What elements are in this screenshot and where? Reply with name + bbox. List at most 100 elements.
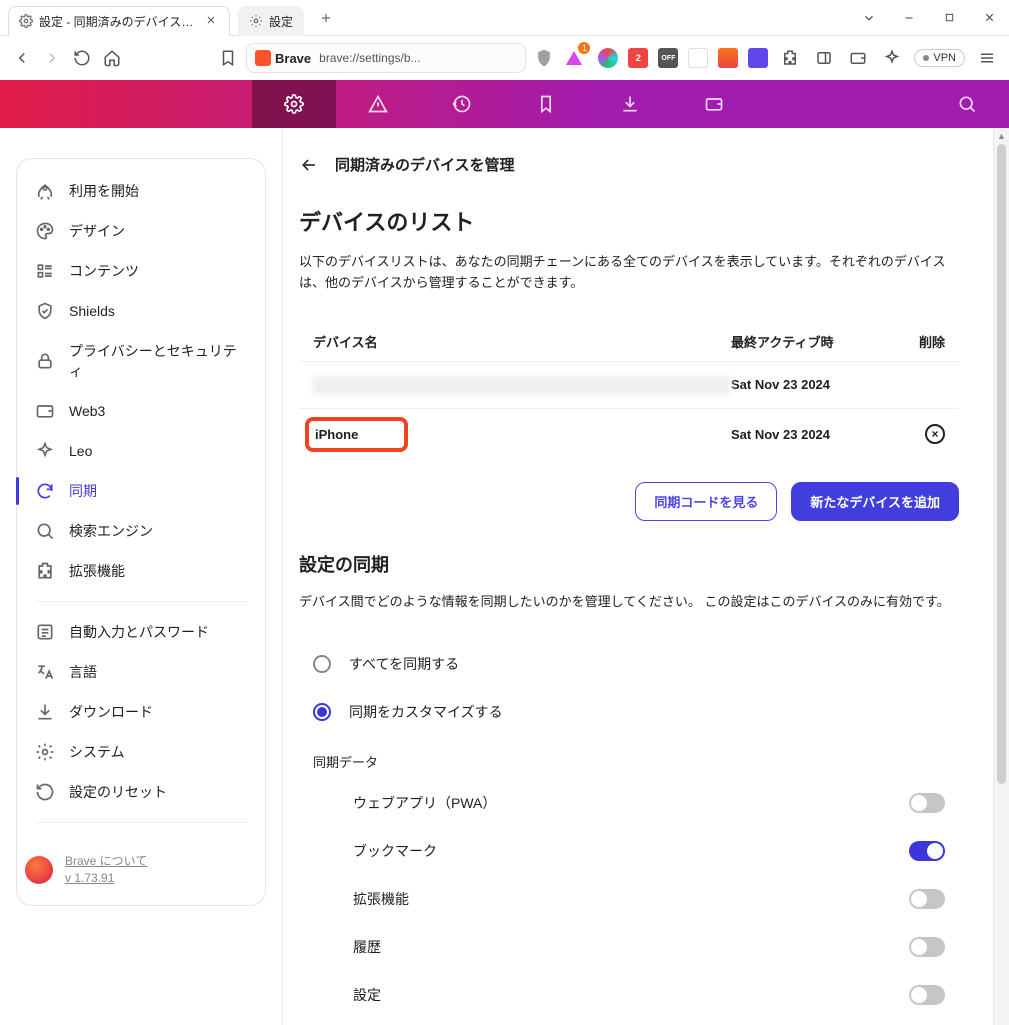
ribbon-bookmarks[interactable] (504, 80, 588, 128)
menu-button[interactable] (975, 46, 999, 70)
back-arrow-icon[interactable] (299, 155, 319, 175)
sidebar-item-label: Shields (69, 303, 115, 319)
device-name: iPhone (305, 417, 408, 452)
sidebar-item-rows[interactable]: コンテンツ (17, 251, 265, 291)
sidebar-item-download[interactable]: ダウンロード (17, 692, 265, 732)
version-link[interactable]: v 1.73.91 (65, 870, 147, 887)
about-brave[interactable]: Brave について v 1.73.91 (17, 833, 265, 893)
sidebar-item-label: デザイン (69, 221, 125, 241)
section-heading: デバイスのリスト (299, 205, 959, 237)
bookmark-button[interactable] (216, 46, 240, 70)
browser-tab[interactable]: 設定 (238, 6, 304, 36)
address-bar[interactable]: Brave brave://settings/b... (246, 43, 526, 73)
sidebar-item-label: 検索エンジン (69, 521, 153, 541)
extension-icons: 2 OFF VPN (598, 46, 999, 70)
form-icon (35, 622, 55, 642)
ext-badge-off[interactable]: OFF (658, 48, 678, 68)
sidebar-item-lens[interactable]: 検索エンジン (17, 511, 265, 551)
minimize-button[interactable] (889, 1, 929, 35)
ribbon-wallet[interactable] (672, 80, 756, 128)
sidebar-item-puzzle[interactable]: 拡張機能 (17, 551, 265, 591)
vpn-button[interactable]: VPN (914, 49, 965, 67)
page-title: 同期済みのデバイスを管理 (335, 154, 515, 175)
ribbon-downloads[interactable] (588, 80, 672, 128)
wallet-button[interactable] (846, 46, 870, 70)
gear-icon (35, 742, 55, 762)
home-button[interactable] (100, 46, 124, 70)
sidebar-item-rocket[interactable]: 利用を開始 (17, 171, 265, 211)
window-controls (849, 1, 1009, 35)
add-device-button[interactable]: 新たなデバイスを追加 (791, 482, 959, 521)
rows-icon (35, 261, 55, 281)
device-last-active: Sat Nov 23 2024 (731, 427, 901, 442)
url-text: brave://settings/b... (319, 51, 420, 65)
extensions-button[interactable] (778, 46, 802, 70)
shield-check-icon (35, 301, 55, 321)
section-desc: デバイス間でどのような情報を同期したいのかを管理してください。 この設定はこのデ… (299, 591, 959, 612)
browser-tab-active[interactable]: 設定 - 同期済みのデバイスを管理 (8, 6, 230, 36)
ext-badge-count[interactable]: 2 (628, 48, 648, 68)
sync-toggle-row: 拡張機能 (299, 875, 959, 923)
sync-toggle-row: 設定 (299, 971, 959, 1019)
back-button[interactable] (10, 46, 34, 70)
sidebar-item-sparkle[interactable]: Leo (17, 431, 265, 471)
new-tab-button[interactable] (314, 6, 338, 30)
reload-button[interactable] (70, 46, 94, 70)
forward-button[interactable] (40, 46, 64, 70)
sidebar-item-label: コンテンツ (69, 261, 139, 281)
sidepanel-button[interactable] (812, 46, 836, 70)
settings-content: 同期済みのデバイスを管理 デバイスのリスト 以下のデバイスリストは、あなたの同期… (282, 128, 1009, 1025)
about-link[interactable]: Brave について (65, 853, 147, 870)
radio-sync-all[interactable]: すべてを同期する (299, 640, 959, 688)
radio-sync-custom[interactable]: 同期をカスタマイズする (299, 688, 959, 736)
ribbon-warning[interactable] (336, 80, 420, 128)
sidebar-item-label: システム (69, 742, 125, 762)
gear-icon (19, 14, 33, 28)
toggle-switch[interactable] (909, 793, 945, 813)
sidebar-item-wallet[interactable]: Web3 (17, 391, 265, 431)
reset-icon (35, 782, 55, 802)
sync-toggle-row: 履歴 (299, 923, 959, 971)
sidebar-item-form[interactable]: 自動入力とパスワード (17, 612, 265, 652)
sidebar-item-palette[interactable]: デザイン (17, 211, 265, 251)
toggle-label: 拡張機能 (353, 889, 409, 909)
chevron-down-icon[interactable] (849, 1, 889, 35)
sidebar-item-shield-check[interactable]: Shields (17, 291, 265, 331)
scroll-thumb[interactable] (997, 144, 1006, 784)
sidebar-item-label: Leo (69, 443, 92, 459)
brave-rewards-icon[interactable]: 1 (562, 46, 586, 70)
ribbon-history[interactable] (420, 80, 504, 128)
scrollbar[interactable]: ▲ (993, 128, 1009, 1025)
toggle-switch[interactable] (909, 937, 945, 957)
sidebar-item-label: 言語 (69, 662, 97, 682)
sidebar-item-gear[interactable]: システム (17, 732, 265, 772)
brave-shields-icon[interactable] (532, 46, 556, 70)
sidebar-item-sync[interactable]: 同期 (17, 471, 265, 511)
ribbon-settings[interactable] (252, 80, 336, 128)
toggle-label: 履歴 (353, 937, 381, 957)
maximize-button[interactable] (929, 1, 969, 35)
close-button[interactable] (969, 1, 1009, 35)
sidebar-item-reset[interactable]: 設定のリセット (17, 772, 265, 812)
toggle-switch[interactable] (909, 841, 945, 861)
ext-icon[interactable] (688, 48, 708, 68)
ext-icon[interactable] (718, 48, 738, 68)
lang-icon (35, 662, 55, 682)
toggle-switch[interactable] (909, 889, 945, 909)
delete-device-button[interactable] (925, 424, 945, 444)
rocket-icon (35, 181, 55, 201)
sidebar-item-lock[interactable]: プライバシーとセキュリティ (17, 331, 265, 391)
view-sync-code-button[interactable]: 同期コードを見る (635, 482, 777, 521)
brave-icon (255, 50, 271, 66)
sidebar-item-lang[interactable]: 言語 (17, 652, 265, 692)
tab-title: 設定 (269, 13, 293, 30)
ext-icon[interactable] (748, 48, 768, 68)
ext-icon[interactable] (598, 48, 618, 68)
device-row: Sat Nov 23 2024 (299, 361, 959, 408)
leo-button[interactable] (880, 46, 904, 70)
scroll-up-button[interactable]: ▲ (994, 128, 1009, 144)
close-icon[interactable] (205, 14, 219, 28)
ribbon-search[interactable] (925, 80, 1009, 128)
toggle-switch[interactable] (909, 985, 945, 1005)
sidebar-item-label: ダウンロード (69, 702, 153, 722)
